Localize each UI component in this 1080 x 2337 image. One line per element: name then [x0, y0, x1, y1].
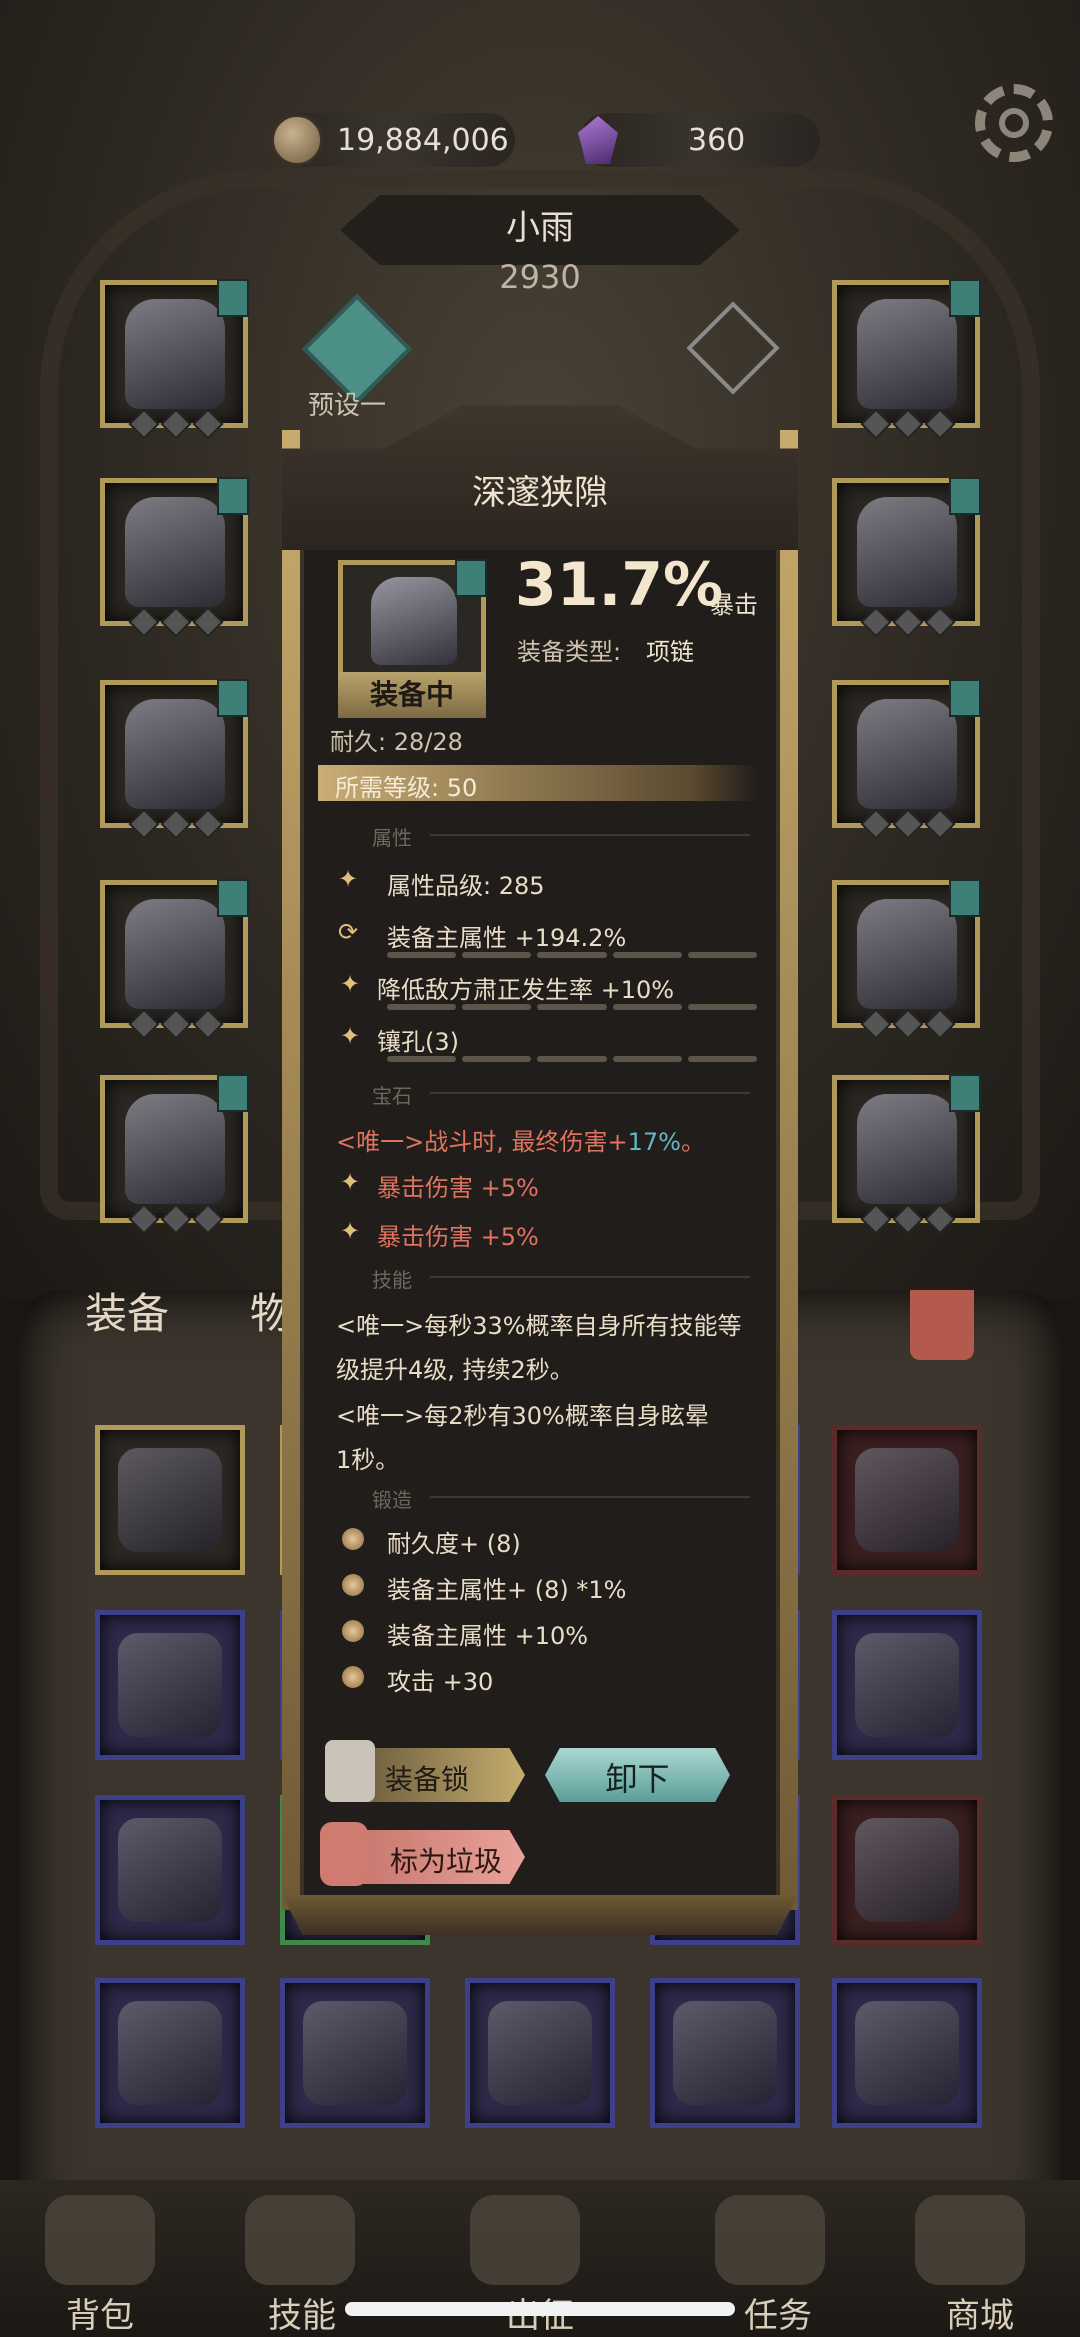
- shop-icon[interactable]: [915, 2195, 1025, 2285]
- equip-slot-cloak[interactable]: [832, 879, 981, 1040]
- bag-item[interactable]: [95, 1425, 245, 1575]
- section-forge: 锻造: [372, 1488, 412, 1512]
- attribute-bar: [387, 952, 758, 958]
- forge-stat: 装备主属性 +10%: [387, 1622, 589, 1650]
- main-stat-name: 暴击: [710, 591, 758, 619]
- main-stat-value: 31.7%: [515, 550, 724, 620]
- equip-slot-shoulders[interactable]: [100, 477, 249, 638]
- section-attributes: 属性: [372, 826, 412, 850]
- forge-stat: 装备主属性+ (8) *1%: [387, 1576, 627, 1604]
- skill-line: <唯一>每2秒有30%概率自身眩晕: [336, 1402, 709, 1430]
- refresh-icon: ⟳: [338, 918, 359, 946]
- bag-item[interactable]: [280, 1978, 430, 2128]
- bag-item[interactable]: [832, 1978, 982, 2128]
- nav-shop[interactable]: 商城: [905, 2288, 1055, 2337]
- attribute-sockets: 镶孔(3): [377, 1028, 459, 1056]
- gem-amount: 360: [688, 122, 746, 158]
- gem-stat: 暴击伤害 +5%: [377, 1174, 539, 1202]
- trash-tag-icon[interactable]: [320, 1822, 368, 1886]
- skill-line: 1秒。: [336, 1446, 400, 1474]
- bag-item[interactable]: [95, 1610, 245, 1760]
- nav-backpack[interactable]: 背包: [25, 2288, 175, 2337]
- backpack-icon[interactable]: [45, 2195, 155, 2285]
- star-icon: ✦: [340, 1168, 361, 1196]
- mark-trash-label[interactable]: 标为垃圾: [390, 1840, 502, 1880]
- gem-counter: 360: [578, 113, 820, 167]
- bag-item[interactable]: [832, 1795, 982, 1945]
- gear-icon[interactable]: [975, 84, 1053, 162]
- attribute-bar: [387, 1004, 758, 1010]
- divider: [430, 1496, 750, 1498]
- power-score: 2930: [499, 258, 581, 296]
- unequip-button-label[interactable]: 卸下: [545, 1754, 730, 1800]
- bag-item[interactable]: [832, 1610, 982, 1760]
- forge-stat: 耐久度+ (8): [387, 1530, 521, 1558]
- skill-line: <唯一>每秒33%概率自身所有技能等: [336, 1312, 742, 1340]
- coin-counter: 19,884,006: [271, 113, 515, 167]
- equip-slot-weapon[interactable]: [832, 1074, 981, 1235]
- attribute-bar: [387, 1056, 758, 1062]
- preset-label[interactable]: 预设一: [308, 385, 386, 422]
- item-icon: [338, 559, 487, 678]
- forge-stat: 攻击 +30: [387, 1668, 494, 1696]
- attribute-main: 装备主属性 +194.2%: [387, 924, 627, 952]
- bag-item[interactable]: [465, 1978, 615, 2128]
- durability: 耐久: 28/28: [330, 728, 463, 756]
- equipped-badge: 装备中: [338, 672, 486, 718]
- bag-item[interactable]: [650, 1978, 800, 2128]
- forge-icon: [342, 1574, 364, 1596]
- divider: [430, 1276, 750, 1278]
- gem-unique-effect: <唯一>战斗时, 最终伤害+17%。: [336, 1128, 705, 1156]
- attribute-grade: 属性品级: 285: [387, 872, 545, 900]
- equip-slot-helmet[interactable]: [100, 279, 249, 440]
- star-icon: ✦: [340, 970, 361, 998]
- popup-footer: [282, 1895, 798, 1935]
- popup-frame-right: [780, 430, 798, 1910]
- item-title: 深邃狭隙: [472, 473, 608, 513]
- battle-icon[interactable]: [470, 2195, 580, 2285]
- bag-item[interactable]: [95, 1795, 245, 1945]
- bag-item[interactable]: [95, 1978, 245, 2128]
- coin-icon: [271, 114, 323, 166]
- equip-slot-boots[interactable]: [100, 1074, 249, 1235]
- divider: [430, 1092, 750, 1094]
- required-level: 所需等级: 50: [335, 774, 478, 802]
- skills-icon[interactable]: [245, 2195, 355, 2285]
- star-icon: ✦: [340, 1022, 361, 1050]
- lock-icon[interactable]: [325, 1740, 375, 1802]
- attribute-reduce: 降低敌方肃正发生率 +10%: [377, 976, 675, 1004]
- character-name: 小雨: [506, 208, 574, 248]
- section-skills: 技能: [372, 1268, 412, 1292]
- tab-equip[interactable]: 装备: [85, 1280, 169, 1341]
- coin-amount: 19,884,006: [337, 122, 509, 158]
- trash-icon[interactable]: [910, 1290, 974, 1360]
- divider: [430, 834, 750, 836]
- forge-icon: [342, 1620, 364, 1642]
- equip-slot-bracer[interactable]: [832, 477, 981, 638]
- section-gems: 宝石: [372, 1084, 412, 1108]
- bag-item[interactable]: [832, 1425, 982, 1575]
- lock-button-label[interactable]: 装备锁: [385, 1758, 469, 1798]
- quest-icon[interactable]: [715, 2195, 825, 2285]
- grade-icon: ✦: [338, 865, 359, 893]
- forge-icon: [342, 1666, 364, 1688]
- type-label: 装备类型:: [517, 638, 622, 666]
- gem-stat: 暴击伤害 +5%: [377, 1223, 539, 1251]
- equip-slot-necklace[interactable]: [832, 279, 981, 440]
- home-indicator: [345, 2302, 735, 2316]
- equip-slot-belt[interactable]: [100, 879, 249, 1040]
- equip-slot-armor[interactable]: [100, 679, 249, 840]
- equip-slot-ring[interactable]: [832, 679, 981, 840]
- type-value: 项链: [646, 638, 694, 666]
- forge-icon: [342, 1528, 364, 1550]
- skill-line: 级提升4级, 持续2秒。: [336, 1356, 574, 1384]
- popup-frame-left: [282, 430, 300, 1910]
- star-icon: ✦: [340, 1217, 361, 1245]
